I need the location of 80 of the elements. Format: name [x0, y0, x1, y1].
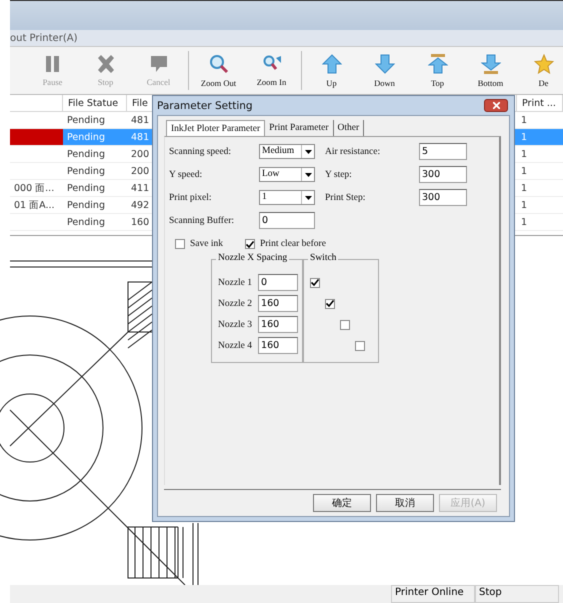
input-field[interactable]: 300: [419, 189, 467, 206]
caret-icon: [304, 150, 312, 154]
dialog-button[interactable]: 取消: [376, 494, 434, 512]
status-text: Printer Online: [391, 585, 475, 603]
checkbox[interactable]: [310, 278, 320, 288]
field-label: Y speed:: [169, 170, 204, 180]
field-label: Scanning Buffer:: [169, 216, 235, 226]
table-cell: Pending: [63, 129, 127, 146]
toolbar-button[interactable]: Zoom Out: [192, 47, 245, 94]
tab[interactable]: Print Parameter: [265, 120, 334, 136]
caret-icon: [304, 196, 312, 200]
field-label: Y step:: [325, 170, 353, 180]
bottom-arrow-icon: [480, 54, 500, 74]
checkbox-label: Print clear before: [260, 239, 326, 249]
input-field[interactable]: 5: [419, 143, 467, 160]
close-button[interactable]: [484, 99, 508, 112]
toolbar-button[interactable]: Top: [411, 47, 464, 94]
stop-icon: [96, 54, 116, 72]
dropdown[interactable]: Medium: [259, 144, 315, 159]
table-cell: 1: [517, 180, 563, 197]
column-header[interactable]: File Statue: [63, 95, 127, 112]
close-icon: [492, 102, 500, 109]
group-title: Nozzle X Spacing: [216, 253, 290, 263]
column-header[interactable]: Print ...: [517, 95, 563, 112]
dropdown[interactable]: 1: [259, 190, 315, 205]
magnifier-icon: [208, 54, 228, 74]
table-cell: Pending: [63, 180, 127, 197]
dropdown[interactable]: Low: [259, 167, 315, 182]
checkmark-icon: [326, 300, 334, 307]
field-label: Scanning speed:: [169, 146, 232, 156]
table-cell: 000 面...: [10, 180, 63, 197]
top-arrow-icon: [428, 54, 448, 74]
speech-bubble-icon: [150, 54, 168, 72]
checkbox-label: Save ink: [190, 239, 223, 249]
toolbar-button[interactable]: Down: [358, 47, 411, 94]
table-cell: 1: [517, 129, 563, 146]
toolbar-button[interactable]: Up: [305, 47, 358, 94]
table-cell: 1: [517, 197, 563, 214]
checkbox[interactable]: [175, 239, 185, 249]
checkbox[interactable]: [325, 298, 336, 308]
field-label: Nozzle 4: [218, 340, 252, 350]
dialog-button[interactable]: 确定: [313, 494, 371, 512]
group-title: Switch: [308, 253, 338, 263]
caret-icon: [304, 172, 312, 176]
checkmark-icon: [246, 240, 254, 248]
window-caption: out Printer(A): [10, 32, 78, 44]
input-field[interactable]: 160: [258, 295, 298, 312]
checkbox[interactable]: [244, 239, 255, 249]
star-icon: [534, 54, 554, 74]
table-cell: 1: [517, 163, 563, 180]
input-field[interactable]: 300: [419, 166, 467, 183]
checkbox[interactable]: [340, 320, 350, 330]
input-field[interactable]: 0: [259, 212, 315, 229]
field-label: Nozzle 2: [218, 298, 252, 308]
table-cell: 1: [517, 146, 563, 163]
tab[interactable]: InkJet Ploter Parameter: [166, 120, 266, 136]
table-cell: Pending: [63, 197, 127, 214]
table-cell: Pending: [63, 214, 127, 231]
input-field[interactable]: 160: [258, 337, 298, 354]
tab[interactable]: Other: [334, 120, 364, 136]
toolbar-button[interactable]: Zoom In: [245, 47, 298, 94]
input-field[interactable]: 0: [258, 274, 298, 291]
table-cell: Pending: [63, 163, 127, 180]
checkmark-icon: [311, 279, 320, 286]
magnifier-icon: [262, 54, 282, 72]
input-field[interactable]: 160: [258, 316, 298, 333]
up-arrow-icon: [322, 54, 342, 74]
down-arrow-icon: [374, 54, 394, 74]
pause-icon: [44, 54, 62, 72]
table-cell: Pending: [63, 146, 127, 163]
field-label: Nozzle 3: [218, 320, 252, 330]
toolbar-button[interactable]: Bottom: [464, 47, 517, 94]
status-text: Stop: [475, 585, 559, 603]
dialog-title: Parameter Setting: [157, 100, 253, 112]
table-cell: 01 面A...: [10, 197, 63, 214]
checkbox[interactable]: [355, 340, 366, 350]
field-label: Air resistance:: [325, 146, 382, 156]
field-label: Nozzle 1: [218, 278, 252, 288]
toolbar-button[interactable]: De: [517, 47, 563, 94]
table-cell: 1: [517, 214, 563, 231]
